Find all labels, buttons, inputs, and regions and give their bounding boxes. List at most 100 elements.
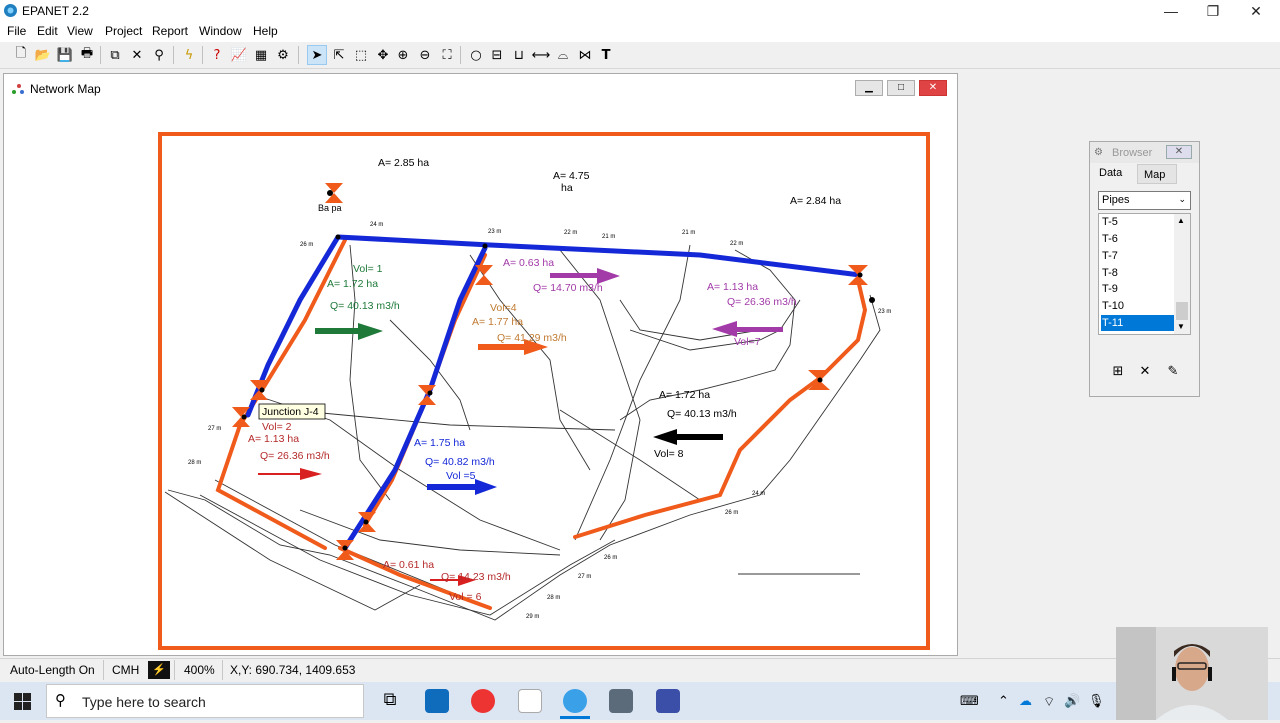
epanet-taskbar-icon[interactable]: [563, 689, 587, 713]
menu-bar: [0, 22, 1280, 42]
zoom-out-icon[interactable]: ⊖: [415, 45, 435, 65]
select-vertex-icon[interactable]: ⇱: [329, 45, 349, 65]
svg-text:26 m: 26 m: [300, 242, 313, 248]
list-scrollbar[interactable]: ▲ ▼: [1174, 214, 1190, 334]
menu-file[interactable]: File: [7, 24, 26, 38]
category-value: Pipes: [1102, 194, 1130, 206]
scroll-down-icon[interactable]: ▼: [1177, 322, 1185, 331]
label-q1423: Q= 14.23 m3/h: [441, 571, 511, 583]
pan-icon[interactable]: ✥: [373, 45, 393, 65]
add-object-icon[interactable]: ⊞: [1109, 364, 1127, 380]
add-junction-icon[interactable]: ○: [466, 45, 486, 65]
graph-icon[interactable]: 📈: [229, 45, 249, 65]
add-reservoir-icon[interactable]: ⊟: [487, 45, 507, 65]
label-q4082: Q= 40.82 m3/h: [425, 456, 495, 468]
app-title: EPANET 2.2: [22, 4, 89, 18]
search-input[interactable]: Type here to search: [82, 694, 206, 710]
calculator-icon[interactable]: [609, 689, 633, 713]
label-vol7: Vol=7: [734, 336, 761, 348]
browser-close-button[interactable]: ✕: [1166, 145, 1192, 159]
chevron-up-icon[interactable]: ⌃: [998, 694, 1009, 709]
menu-report[interactable]: Report: [152, 24, 188, 38]
toolbar-separator: [100, 46, 101, 64]
wifi-icon[interactable]: ⌔: [1043, 694, 1055, 710]
map-maximize-button[interactable]: □: [887, 80, 915, 96]
save-icon[interactable]: 💾: [55, 45, 75, 65]
list-item[interactable]: T-6: [1101, 231, 1175, 247]
list-item[interactable]: T-5: [1101, 214, 1175, 230]
label-area-2-84: A= 2.84 ha: [790, 195, 841, 207]
svg-text:29 m: 29 m: [526, 614, 539, 620]
windows-start-icon[interactable]: [14, 693, 31, 710]
list-item-selected[interactable]: T-11: [1101, 315, 1175, 331]
zoom-in-icon[interactable]: ⊕: [393, 45, 413, 65]
toolbar-separator: [173, 46, 174, 64]
menu-view[interactable]: View: [67, 24, 93, 38]
edit-object-icon[interactable]: ✎: [1164, 364, 1182, 380]
label-q4129: Q= 41.29 m3/h: [497, 332, 567, 344]
status-separator: [174, 660, 175, 680]
add-pump-icon[interactable]: ⌓: [553, 45, 573, 65]
scroll-up-icon[interactable]: ▲: [1177, 216, 1185, 225]
add-pipe-icon[interactable]: ⟷: [531, 45, 551, 65]
minimize-button[interactable]: —: [1148, 0, 1194, 22]
copy-icon[interactable]: ⧉: [105, 45, 125, 65]
map-minimize-button[interactable]: ▁: [855, 80, 883, 96]
delete-icon[interactable]: ✕: [127, 45, 147, 65]
chrome-icon[interactable]: [471, 689, 495, 713]
map-close-button[interactable]: ✕: [919, 80, 947, 96]
onedrive-icon[interactable]: ☁: [1019, 694, 1032, 709]
list-item[interactable]: T-10: [1101, 298, 1175, 314]
list-item[interactable]: T-8: [1101, 265, 1175, 281]
app-taskbar-icon[interactable]: [656, 689, 680, 713]
label-vol2: Vol= 2: [262, 421, 292, 433]
select-region-icon[interactable]: ⬚: [351, 45, 371, 65]
full-extent-icon[interactable]: ⛶: [437, 45, 457, 65]
find-icon[interactable]: ⚲: [149, 45, 169, 65]
label-a113-right: A= 1.13 ha: [707, 281, 758, 293]
volume-icon[interactable]: 🔊: [1064, 694, 1080, 709]
category-dropdown[interactable]: Pipes ⌄: [1098, 191, 1191, 210]
add-label-icon[interactable]: T: [596, 45, 616, 65]
title-bar: [0, 0, 1280, 22]
table-icon[interactable]: ▦: [251, 45, 271, 65]
keyboard-tray-icon[interactable]: ⌨: [960, 694, 979, 709]
print-icon[interactable]: 🖶: [77, 45, 97, 65]
network-map-canvas[interactable]: 26 m 24 m 23 m 22 m 21 m 21 m 22 m 23 m 27 m 2…: [9, 102, 953, 654]
scroll-thumb[interactable]: [1176, 302, 1188, 320]
open-folder-icon[interactable]: 📂: [33, 45, 53, 65]
add-tank-icon[interactable]: ⊔: [509, 45, 529, 65]
auto-length-status[interactable]: Auto-Length On: [10, 663, 95, 677]
restore-button[interactable]: ❐: [1190, 0, 1236, 22]
run-lightning-icon[interactable]: ϟ: [179, 45, 199, 65]
task-view-icon[interactable]: ⧉: [378, 689, 402, 713]
browser-icon: ⚙: [1094, 147, 1103, 158]
menu-edit[interactable]: Edit: [37, 24, 58, 38]
label-q1: Q= 40.13 m3/h: [330, 300, 400, 312]
select-pointer-icon[interactable]: ➤: [307, 45, 327, 65]
close-button[interactable]: ✕: [1233, 0, 1279, 22]
label-vol1: Vol= 1: [353, 263, 383, 275]
outlook-icon[interactable]: [425, 689, 449, 713]
query-icon[interactable]: ?: [207, 45, 227, 65]
tab-data[interactable]: Data: [1099, 167, 1122, 179]
svg-text:27 m: 27 m: [208, 426, 221, 432]
new-file-icon[interactable]: 🗋: [11, 45, 31, 65]
list-item[interactable]: T-9: [1101, 281, 1175, 297]
menu-project[interactable]: Project: [105, 24, 142, 38]
list-item[interactable]: T-7: [1101, 248, 1175, 264]
microphone-icon[interactable]: 🎙: [1088, 694, 1105, 709]
delete-object-icon[interactable]: ✕: [1136, 364, 1154, 380]
browser-title: Browser: [1112, 147, 1153, 159]
menu-help[interactable]: Help: [253, 24, 278, 38]
map-annotations: A= 2.85 ha A= 4.75 ha A= 2.84 ha Ba pa V…: [248, 157, 841, 603]
notepad-icon[interactable]: [518, 689, 542, 713]
network-map-titlebar[interactable]: [4, 74, 956, 101]
label-a175: A= 1.75 ha: [414, 437, 465, 449]
status-separator: [222, 660, 223, 680]
tab-map[interactable]: Map: [1144, 169, 1165, 181]
add-valve-icon[interactable]: ⋈: [575, 45, 595, 65]
menu-window[interactable]: Window: [199, 24, 242, 38]
options-icon[interactable]: ⚙: [273, 45, 293, 65]
svg-text:26 m: 26 m: [725, 510, 738, 516]
